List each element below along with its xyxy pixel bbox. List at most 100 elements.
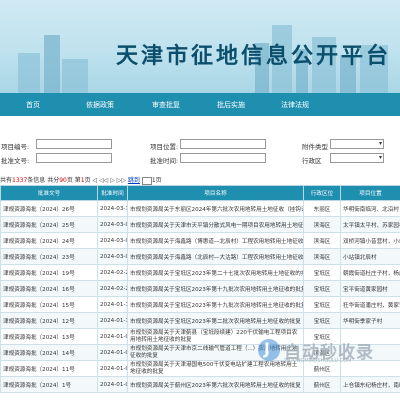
cell-project-name[interactable]: 市规划资源局关于海鑫路（博惠道—北辰村）工程农用地转用土地征收的批复 xyxy=(127,232,304,249)
col-approval-no: 批准文号 xyxy=(0,185,98,201)
cell-approval-no: 津规资源海批〔2024〕13号 xyxy=(0,328,98,345)
table-row[interactable]: 津规资源海批〔2024〕26号2024-03-15市规划资源局关于东丽区2024… xyxy=(0,200,400,217)
cell-approval-no: 津规资源海批〔2024〕24号 xyxy=(0,232,98,249)
cell-approval-no: 津规资源海批〔2024〕11号 xyxy=(0,360,98,377)
cell-approval-no: 津规资源海批〔2024〕12号 xyxy=(0,312,98,329)
total-count: 1337 xyxy=(12,177,28,184)
cell-district: 宝坻区 xyxy=(303,280,341,297)
cell-district: 宝坻区 xyxy=(303,264,341,281)
cell-project-name[interactable]: 市规划资源局关于宝坻区2023年第十九批次农用地转用土地征收的批复 xyxy=(127,296,304,313)
site-title: 天津市征地信息公开平台 xyxy=(116,44,392,69)
project-location-input[interactable] xyxy=(180,139,266,149)
project-code-label: 项目编号: xyxy=(1,143,30,151)
goto-page-input[interactable] xyxy=(141,176,152,185)
project-code-input[interactable] xyxy=(36,139,112,149)
total-pages: 90 xyxy=(59,177,67,184)
cell-district: 滨海区 xyxy=(303,248,341,265)
form-row: 批准文号: 批准时间: 行政区 ▾ xyxy=(0,153,400,165)
cell-approval-no: 津规资源海批〔2024〕16号 xyxy=(0,280,98,297)
watermark: J 自动秒收录 ZIDONGMIAOSHOULU.COM xyxy=(258,338,388,364)
cell-approval-time: 2024-01-09 xyxy=(97,344,128,361)
cell-approval-no: 津规资源海批〔2024〕14号 xyxy=(0,344,98,361)
watermark-logo-letter: J xyxy=(264,339,270,358)
cell-project-location: 小站镇北辰村 xyxy=(340,248,400,265)
table-row[interactable]: 津规资源海批〔2024〕12号2024-01-18市规划资源局关于宝坻区2023… xyxy=(0,312,400,329)
banner-building xyxy=(44,35,60,93)
header-banner: 天津市征地信息公开平台 xyxy=(0,0,400,93)
pager-suffix: 页 xyxy=(155,177,162,184)
cell-district: 滨海区 xyxy=(303,232,341,249)
cell-approval-no: 津规资源海批〔2024〕1号 xyxy=(0,376,98,393)
cell-project-location: 上仓镇东纪杨庄村，南旺庄村 xyxy=(340,376,400,393)
cell-project-name[interactable]: 市规划资源局关于宝坻区2023年第二批次农用地转用土地征收的批复 xyxy=(127,312,304,329)
nav-item-implementation[interactable]: 批后实施 xyxy=(217,100,245,110)
cell-approval-time: 2024-01-18 xyxy=(97,312,128,329)
cell-approval-time: 2024-03-15 xyxy=(97,200,128,217)
approval-no-label: 批准文号: xyxy=(1,157,30,165)
cell-project-location: 华明街南临河、北沿村 xyxy=(340,200,400,217)
cell-approval-time: 2024-02-28 xyxy=(97,264,128,281)
cell-approval-time: 2024-03-01 xyxy=(97,232,128,249)
cell-project-location: 宝平街道黄家园村 xyxy=(340,280,400,297)
nav-item-home[interactable]: 首页 xyxy=(26,100,40,110)
chevron-down-icon: ▾ xyxy=(378,154,382,161)
form-row: 项目编号: 项目位置: 附件类型 ▾ xyxy=(0,139,400,151)
cell-district: 宝坻区 xyxy=(303,296,341,313)
pager-prefix: 共有 xyxy=(0,177,13,184)
pagination: 共有1337条信息 共分90页 第1页 ◁ ◁◁ ▷ ▷▷ 跳到 1页 xyxy=(0,175,162,185)
watermark-subtext: ZIDONGMIAOSHOULU.COM xyxy=(284,358,352,364)
cell-approval-no: 津规资源海批〔2024〕26号 xyxy=(0,200,98,217)
banner-building xyxy=(62,59,88,93)
nav-item-policy[interactable]: 依据政策 xyxy=(86,100,114,110)
approval-time-label: 批准时间: xyxy=(150,157,179,165)
attachment-type-select[interactable]: ▾ xyxy=(330,139,384,149)
district-select[interactable]: ▾ xyxy=(330,153,384,163)
chevron-down-icon: ▾ xyxy=(378,140,382,147)
col-approval-time: 批准时间 xyxy=(97,185,128,201)
table-row[interactable]: 津规资源海批〔2024〕19号2024-02-28市规划资源局关于宝坻区2023… xyxy=(0,264,400,281)
pager-text: 条信息 共分 xyxy=(27,177,60,184)
cell-approval-no: 津规资源海批〔2024〕25号 xyxy=(0,216,98,233)
table-row[interactable]: 津规资源海批〔2024〕1号2024-01-04市规划资源局关于蓟州区2023年… xyxy=(0,376,400,393)
cell-approval-time: 2024-01-09 xyxy=(97,360,128,377)
cell-district: 蓟州区 xyxy=(303,376,341,393)
cell-project-location: 狂华街道潘庄村，黄家营村 xyxy=(340,296,400,313)
cell-project-name[interactable]: 市规划资源局关于宝坻区2023年第十九批次农用地转用土地征收的批复 xyxy=(127,280,304,297)
nav-item-approval[interactable]: 审查批复 xyxy=(152,100,180,110)
approval-no-input[interactable] xyxy=(36,153,112,163)
cell-project-name[interactable]: 市规划资源局关于天津市天平镇分散式风电一期项目农用地转用土地征收的批复 xyxy=(127,216,304,233)
cell-approval-time: 2024-01-18 xyxy=(97,296,128,313)
cell-approval-time: 2024-01-04 xyxy=(97,376,128,393)
cell-project-name[interactable]: 市规划资源局关于东丽区2024年第六批次农用地转用土地征收（挂钩试点）的批复 xyxy=(127,200,304,217)
banner-building xyxy=(18,53,40,93)
pager-arrows[interactable]: ◁ ◁◁ ▷ ▷▷ xyxy=(93,177,126,184)
cell-approval-no: 津规资源海批〔2024〕23号 xyxy=(0,248,98,265)
attachment-type-label: 附件类型 xyxy=(302,143,328,151)
cell-approval-time: 2024-02-28 xyxy=(97,280,128,297)
table-row[interactable]: 津规资源海批〔2024〕23号2024-03-01市规划资源局关于海鑫路（北辰村… xyxy=(0,248,400,265)
cell-project-name[interactable]: 市规划资源局关于宝坻区2023年第二十七批次农用地转用土地征收的批复 xyxy=(127,264,304,281)
table-row[interactable]: 津规资源海批〔2024〕24号2024-03-01市规划资源局关于海鑫路（博惠道… xyxy=(0,232,400,249)
cell-project-location: 朝霞街道杜庄子村，杨庄村 xyxy=(340,264,400,281)
cell-project-name[interactable]: 市规划资源局关于海鑫路（北辰村—大沽路）工程农用地转用土地征收的批复 xyxy=(127,248,304,265)
cell-approval-no: 津规资源海批〔2024〕19号 xyxy=(0,264,98,281)
col-project-location: 项目位置 xyxy=(340,185,400,201)
approval-time-input[interactable] xyxy=(180,153,266,163)
col-district: 行政区位 xyxy=(303,185,341,201)
cell-project-location: 华明街季家子村 xyxy=(340,312,400,329)
pager-text: 页 第 xyxy=(66,177,81,184)
cell-project-name[interactable]: 市规划资源局关于蓟州区2023年第六批次农用地转用土地征收的批复 xyxy=(127,376,304,393)
table-row[interactable]: 津规资源海批〔2024〕15号2024-01-18市规划资源局关于宝坻区2023… xyxy=(0,296,400,313)
nav-item-laws[interactable]: 法律法规 xyxy=(281,100,309,110)
goto-page-link[interactable]: 跳到 xyxy=(128,177,140,184)
table-row[interactable]: 津规资源海批〔2024〕16号2024-02-28市规划资源局关于宝坻区2023… xyxy=(0,280,400,297)
pager-text: 页 xyxy=(84,177,91,184)
cell-approval-time: 2024-03-01 xyxy=(97,216,128,233)
cell-district: 滨海区 xyxy=(303,216,341,233)
main-nav: 首页 依据政策 审查批复 批后实施 法律法规 xyxy=(0,93,400,116)
cell-approval-time: 2024-01-09 xyxy=(97,328,128,345)
cell-district: 东丽区 xyxy=(303,200,341,217)
project-location-label: 项目位置: xyxy=(150,143,179,151)
cell-district: 宝坻区 xyxy=(303,312,341,329)
table-row[interactable]: 津规资源海批〔2024〕25号2024-03-01市规划资源局关于天津市天平镇分… xyxy=(0,216,400,233)
